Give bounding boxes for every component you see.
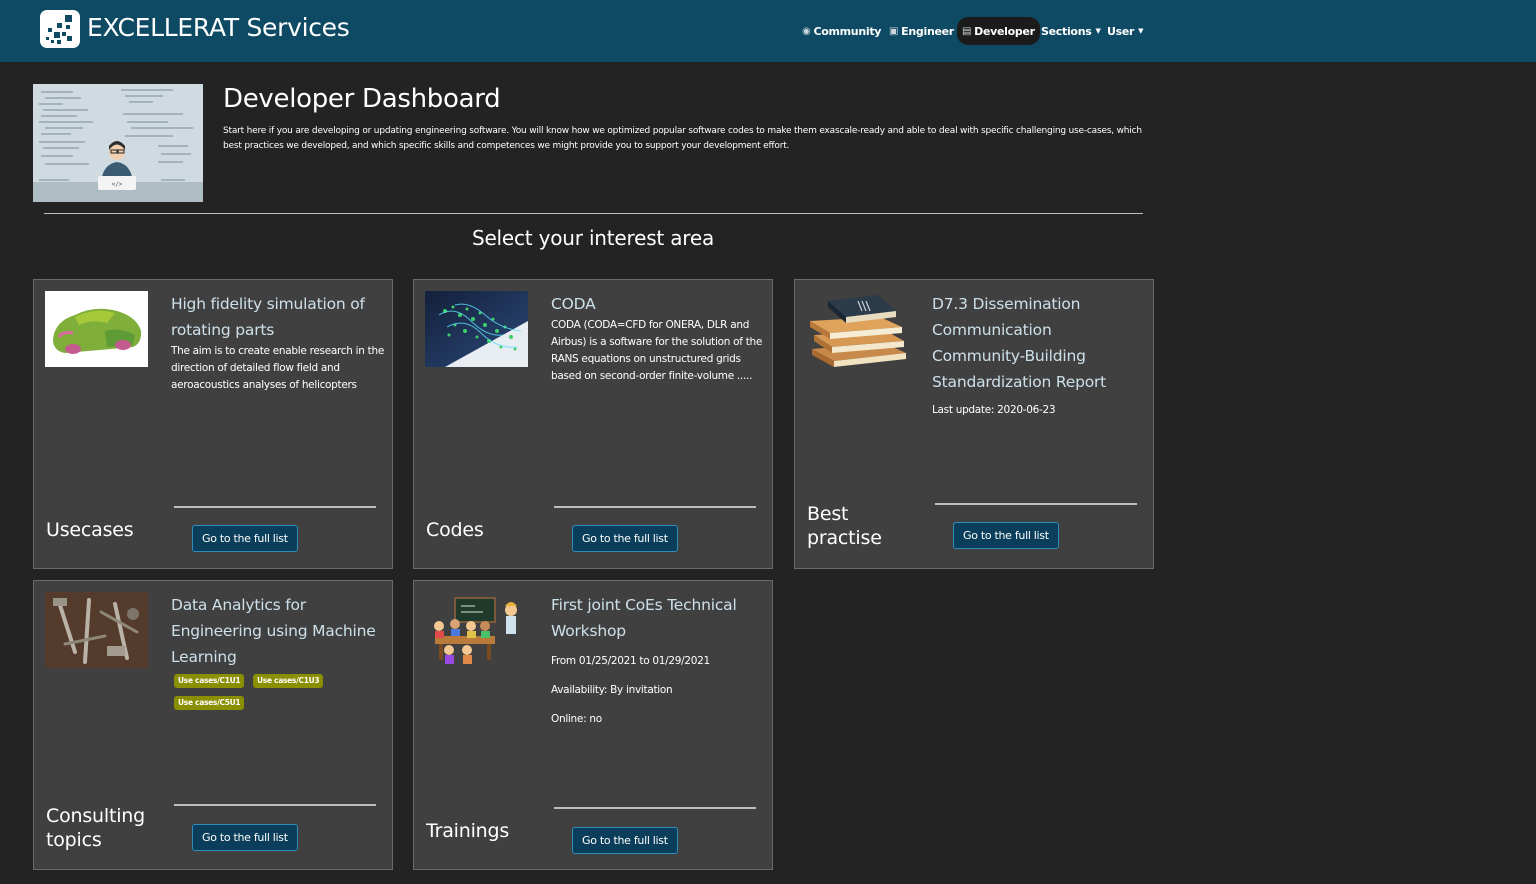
training-online: Online: no (551, 713, 602, 725)
car-simulation-thumbnail[interactable] (45, 291, 148, 367)
nav-user-label: User (1107, 24, 1135, 38)
nav-user-dropdown[interactable]: User ▼ (1102, 17, 1148, 45)
nav-developer-label: Developer (974, 24, 1035, 38)
card-divider (174, 804, 376, 806)
card-title-link[interactable]: D7.3 Dissemination Communication Communi… (932, 291, 1147, 395)
go-to-full-list-button[interactable]: Go to the full list (572, 827, 678, 854)
cfd-visualization-thumbnail[interactable] (425, 291, 528, 367)
navbar: EXCELLERAT Services ◉ Community ▣ Engine… (0, 0, 1536, 62)
card-divider (174, 506, 376, 508)
list-icon: ▤ (962, 25, 972, 37)
card-codes: CODA CODA (CODA=CFD for ONERA, DLR and A… (413, 279, 773, 569)
last-update-text: Last update: 2020-06-23 (932, 404, 1056, 416)
card-title-link[interactable]: Data Analytics for Engineering using Mac… (171, 592, 386, 670)
card-usecases: High fidelity simulation of rotating par… (33, 279, 393, 569)
nav-developer[interactable]: ▤ Developer (957, 17, 1040, 45)
tag-badge[interactable]: Use cases/C1U3 (253, 674, 324, 688)
page-description: Start here if you are developing or upda… (223, 126, 1142, 151)
card-text: The aim is to create enable research in … (171, 345, 384, 391)
training-dates: From 01/25/2021 to 01/29/2021 (551, 655, 710, 667)
card-trainings: First joint CoEs Technical Workshop From… (413, 580, 773, 870)
go-to-full-list-button[interactable]: Go to the full list (192, 525, 298, 552)
caret-down-icon: ▼ (1095, 27, 1101, 35)
books-icon[interactable] (806, 291, 909, 367)
go-to-full-list-button[interactable]: Go to the full list (953, 522, 1059, 549)
card-divider (554, 506, 756, 508)
nav-sections-dropdown[interactable]: Sections ▼ (1036, 17, 1106, 45)
nav-sections-label: Sections (1041, 24, 1092, 38)
nav-community[interactable]: ◉ Community (797, 17, 886, 45)
card-category: Best practise (807, 503, 882, 549)
nav-engineer-label: Engineer (901, 24, 954, 38)
nav-community-label: Community (813, 24, 882, 38)
go-to-full-list-button[interactable]: Go to the full list (192, 824, 298, 851)
nav-engineer[interactable]: ▣ Engineer (884, 17, 959, 45)
card-best-practise: D7.3 Dissemination Communication Communi… (794, 279, 1154, 569)
classroom-thumbnail[interactable] (425, 592, 528, 668)
card-title-link[interactable]: First joint CoEs Technical Workshop (551, 592, 766, 644)
card-divider (935, 503, 1137, 505)
page-title: Developer Dashboard (223, 84, 501, 114)
tag-badge[interactable]: Use cases/C1U1 (174, 674, 245, 688)
card-category: Consulting topics (46, 805, 145, 851)
training-availability: Availability: By invitation (551, 684, 673, 696)
card-divider (554, 807, 756, 809)
users-icon: ◉ (802, 25, 811, 37)
developer-illustration: </> (33, 84, 203, 202)
card-consulting-topics: Data Analytics for Engineering using Mac… (33, 580, 393, 870)
svg-text:</>: </> (112, 181, 123, 188)
section-heading: Select your interest area (471, 226, 715, 250)
card-title-link[interactable]: High fidelity simulation of rotating par… (171, 291, 386, 343)
caret-down-icon: ▼ (1138, 27, 1144, 35)
card-category: Trainings (426, 820, 510, 842)
tools-thumbnail[interactable] (45, 592, 148, 668)
brand-title[interactable]: EXCELLERAT Services (87, 13, 350, 42)
go-to-full-list-button[interactable]: Go to the full list (572, 525, 678, 552)
card-text: CODA (CODA=CFD for ONERA, DLR and Airbus… (551, 319, 763, 382)
tag-badge[interactable]: Use cases/C5U1 (174, 696, 245, 710)
brand-logo-icon[interactable] (40, 10, 80, 48)
header-divider (44, 213, 1143, 214)
card-title-link[interactable]: CODA (551, 291, 766, 317)
card-category: Codes (426, 519, 484, 541)
card-category: Usecases (46, 519, 134, 541)
car-icon: ▣ (889, 25, 899, 37)
